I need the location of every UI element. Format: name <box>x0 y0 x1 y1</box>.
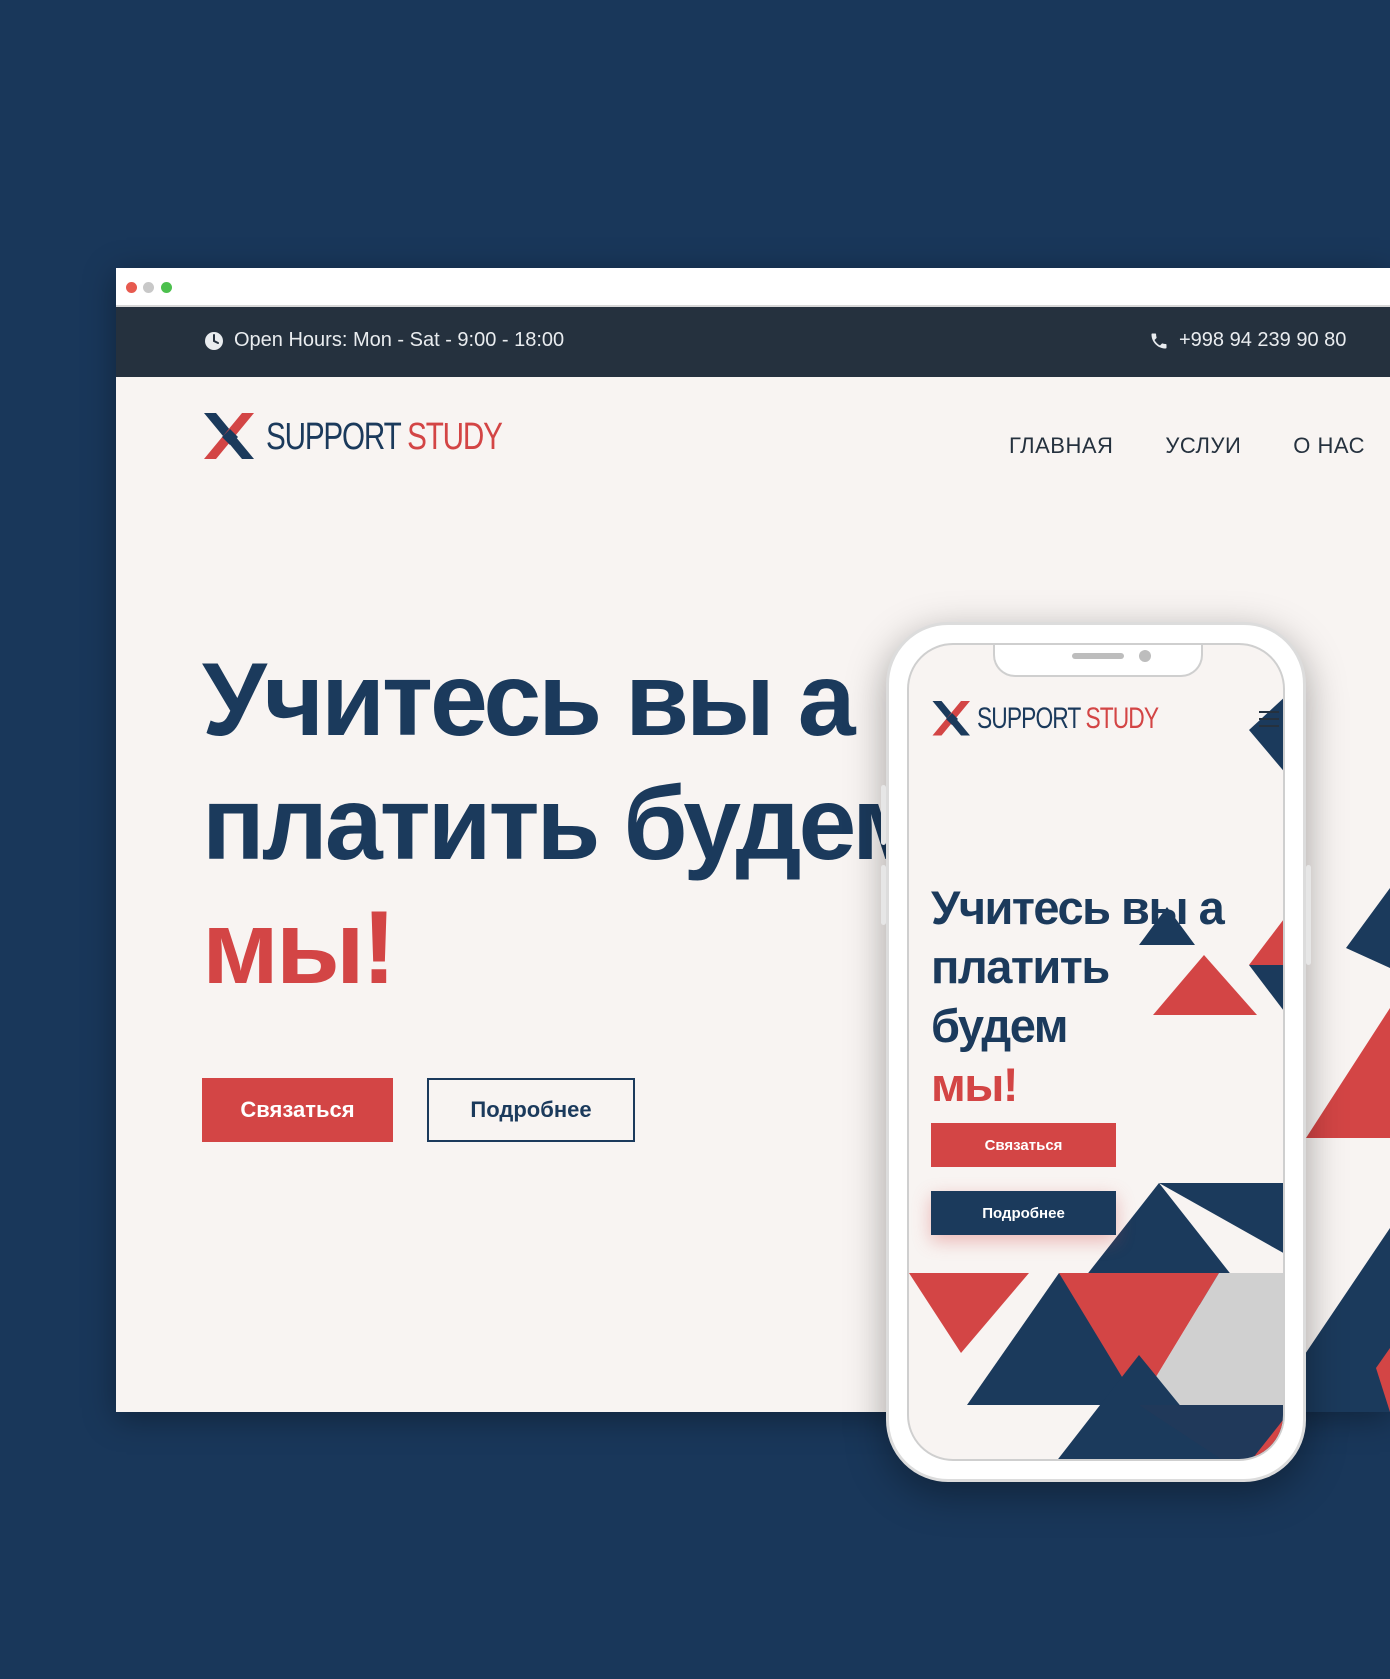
hero-line-2: платить будем <box>202 766 929 882</box>
hero-line-3: мы <box>202 890 365 1006</box>
contact-button[interactable]: Связаться <box>202 1078 393 1142</box>
mobile-logo-word-study: STUDY <box>1085 702 1159 735</box>
mobile-hero-heading: Учитесь вы а платить будем мы! <box>931 878 1225 1114</box>
hero-highlight-word: мы! <box>202 886 400 1010</box>
mobile-hero-line-1: Учитесь вы а <box>931 881 1225 934</box>
phone-power-button <box>1306 865 1311 965</box>
phone-camera <box>1139 650 1151 662</box>
mobile-hero-highlight: мы! <box>931 1055 1021 1114</box>
hero-exclaim: ! <box>361 890 397 1006</box>
mobile-hero-exclaim: ! <box>1002 1058 1019 1111</box>
mobile-hero-line-2: платить <box>931 940 1110 993</box>
phone-speaker <box>1072 653 1124 659</box>
hero-buttons: Связаться Подробнее <box>202 1078 635 1142</box>
phone-volume-button <box>881 785 886 845</box>
hero-line-1: Учитесь вы а <box>202 642 856 758</box>
mobile-hero-line-3: будем <box>931 999 1069 1052</box>
hero-heading: Учитесь вы а платить будем мы! <box>202 638 929 1010</box>
phone-mockup: SUPPORT STUDY Учитесь вы а платить будем… <box>881 622 1311 1482</box>
phone-notch <box>993 645 1203 677</box>
mobile-logo-mark-icon <box>932 701 970 736</box>
hamburger-icon[interactable] <box>1259 711 1279 732</box>
mobile-logo-word-support: SUPPORT <box>977 702 1081 735</box>
phone-volume-button-2 <box>881 865 886 925</box>
more-button[interactable]: Подробнее <box>427 1078 635 1142</box>
mobile-hero-line-4: мы <box>931 1058 1004 1111</box>
mobile-logo[interactable]: SUPPORT STUDY <box>931 698 1215 740</box>
mobile-logo-text: SUPPORT STUDY <box>977 702 1159 736</box>
mobile-contact-button[interactable]: Связаться <box>931 1123 1116 1167</box>
phone-screen: SUPPORT STUDY Учитесь вы а платить будем… <box>907 643 1285 1461</box>
mobile-more-button[interactable]: Подробнее <box>931 1191 1116 1235</box>
